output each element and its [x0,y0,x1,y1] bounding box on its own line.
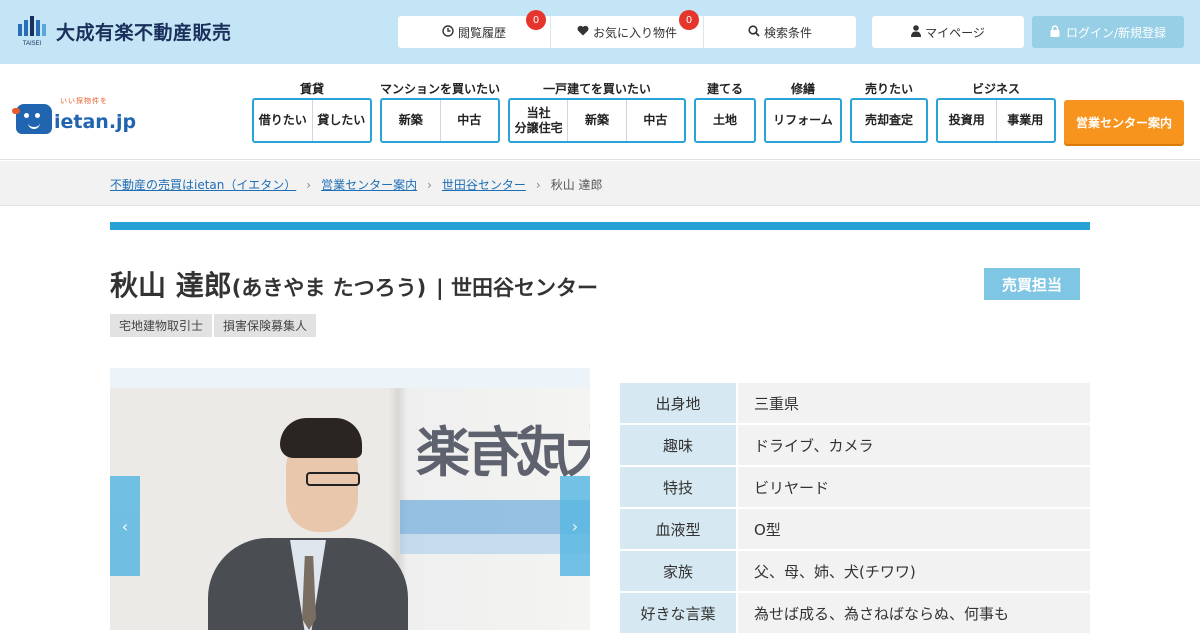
nav-item-rent[interactable]: 借りたい [254,100,312,141]
nav-item-mansion-used[interactable]: 中古 [439,100,499,141]
brand-name: 大成有楽不動産販売 [56,21,232,44]
favorites-button[interactable]: お気に入り物件 0 [550,10,703,48]
logo-tagline: いい探物件を [60,97,108,105]
ietan-logo[interactable]: いい探物件を ietan.jp [12,97,137,134]
nav-item-house-used[interactable]: 中古 [625,100,684,141]
qualification-tag: 宅地建物取引士 [110,314,213,337]
heart-icon [577,25,589,39]
row-label: 家族 [620,551,736,591]
row-label: 特技 [620,467,736,507]
breadcrumb-current: 秋山 達郎 [550,178,603,192]
top-bar: TAISEI 大成有楽不動産販売 閲覧履歴 0 お気に入り物件 0 検索条件 マ… [0,0,1200,64]
chevron-right-icon: › [571,516,579,536]
section-divider [110,222,1090,230]
nav-group-label: マンションを買いたい [380,82,501,96]
staff-name: 秋山 達郎 [110,269,232,302]
main-navigation: いい探物件を ietan.jp 賃貸 借りたい 貸したい マンションを買いたい … [0,64,1200,160]
row-label: 趣味 [620,425,736,465]
breadcrumb-home[interactable]: 不動産の売買はietan（イエタン） [110,176,296,193]
nav-item-mansion-new[interactable]: 新築 [382,100,440,141]
nav-item-reform[interactable]: リフォーム [766,100,840,141]
row-label: 血液型 [620,509,736,549]
nav-group-label: 売りたい [864,82,913,96]
row-value: ドライブ、カメラ [738,425,1090,465]
breadcrumb-separator-icon: › [535,177,541,192]
table-row: 血液型 O型 [620,509,1090,549]
table-row: 趣味 ドライブ、カメラ [620,425,1090,465]
logo-text: ietan.jp [54,111,137,133]
history-button[interactable]: 閲覧履歴 0 [398,10,550,48]
qualification-tag: 損害保険募集人 [214,314,317,337]
table-row: 家族 父、母、姉、犬(チワワ) [620,551,1090,591]
nav-group-label: 賃貸 [299,82,324,96]
nav-group-label: 一戸建てを買いたい [543,82,651,96]
nav-item-appraisal[interactable]: 売却査定 [852,100,926,141]
photo-carousel: 大成有楽 ‹ › [110,368,590,630]
staff-name-kana: (あきやま たつろう) [231,276,427,300]
row-value: O型 [738,509,1090,549]
login-label: ログイン/新規登録 [1065,25,1167,40]
staff-center: | 世田谷センター [436,276,598,300]
breadcrumb-setagaya[interactable]: 世田谷センター [442,176,526,193]
nav-item-land[interactable]: 土地 [696,100,754,141]
nav-item-lease[interactable]: 貸したい [311,100,371,141]
history-label: 閲覧履歴 [457,25,506,40]
nav-group-label: 修繕 [790,82,815,96]
mypage-button[interactable]: マイページ [872,16,1024,48]
staff-name-heading: 秋山 達郎(あきやま たつろう) | 世田谷センター [110,264,598,304]
mypage-label: マイページ [925,25,985,40]
chevron-left-icon: ‹ [121,516,129,536]
profile-table: 出身地 三重県 趣味 ドライブ、カメラ 特技 ビリヤード 血液型 O型 家族 父… [620,383,1090,635]
row-value: 三重県 [738,383,1090,423]
history-count-badge: 0 [526,10,546,30]
search-conditions-label: 検索条件 [763,25,812,40]
row-value: 為せば成る、為さねばならぬ、何事も [738,593,1090,633]
table-row: 特技 ビリヤード [620,467,1090,507]
favorites-count-badge: 0 [679,10,699,30]
row-value: 父、母、姉、犬(チワワ) [738,551,1090,591]
lock-icon [1050,24,1060,40]
table-row: 好きな言葉 為せば成る、為さねばならぬ、何事も [620,593,1090,633]
breadcrumb-separator-icon: › [306,177,312,192]
carousel-prev-button[interactable]: ‹ [110,476,140,576]
row-label: 出身地 [620,383,736,423]
favorites-label: お気に入り物件 [592,25,677,40]
user-icon [911,24,922,40]
breadcrumb: 不動産の売買はietan（イエタン） › 営業センター案内 › 世田谷センター … [0,161,1200,206]
nav-item-commercial[interactable]: 事業用 [995,100,1055,141]
clock-icon [442,24,454,40]
nav-group-label: 建てる [706,82,743,96]
utility-buttons: 閲覧履歴 0 お気に入り物件 0 検索条件 [398,10,856,48]
table-row: 出身地 三重県 [620,383,1090,423]
staff-photo: 大成有楽 [110,388,590,630]
search-conditions-button[interactable]: 検索条件 [703,16,856,48]
login-register-button[interactable]: ログイン/新規登録 [1032,16,1184,48]
nav-item-company-house[interactable]: 当社 分譲住宅 [510,100,567,141]
role-badge: 売買担当 [984,268,1080,300]
ietan-mascot-icon [12,104,52,134]
svg-text:TAISEI: TAISEI [23,41,42,47]
carousel-next-button[interactable]: › [560,476,590,576]
nav-group-label: ビジネス [971,82,1020,96]
row-value: ビリヤード [738,467,1090,507]
sales-center-button[interactable]: 営業センター案内 [1064,100,1184,144]
brand-logo[interactable]: TAISEI 大成有楽不動産販売 [16,14,232,48]
taisei-logo-icon: TAISEI [16,14,52,48]
breadcrumb-sales-centers[interactable]: 営業センター案内 [321,176,417,193]
row-label: 好きな言葉 [620,593,736,633]
search-icon [748,24,760,40]
nav-item-investment[interactable]: 投資用 [938,100,996,141]
breadcrumb-separator-icon: › [427,177,432,192]
qualification-tags: 宅地建物取引士 損害保険募集人 [110,314,317,337]
nav-item-house-new[interactable]: 新築 [567,100,625,141]
